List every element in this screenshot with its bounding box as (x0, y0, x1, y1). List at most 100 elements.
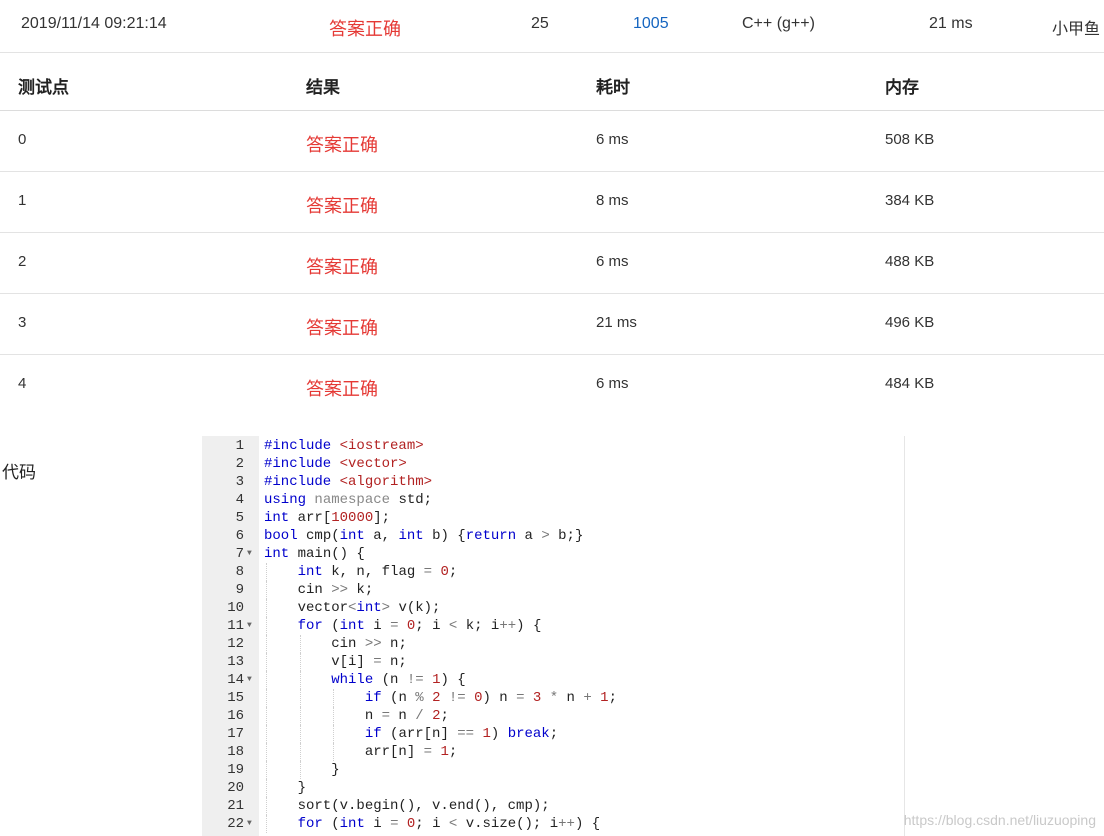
case-result: 答案正确 (306, 257, 378, 277)
case-memory: 488 KB (885, 253, 935, 270)
code-line: 3 #include <algorithm> (202, 473, 904, 491)
submission-summary-row: 2019/11/14 09:21:14 答案正确 25 1005 C++ (g+… (0, 0, 1104, 53)
code-editor[interactable]: 1 #include <iostream> 2 #include <vector> 3 #… (202, 436, 905, 836)
table-row: 0 答案正确 6 ms 508 KB (0, 111, 1104, 172)
case-id: 4 (18, 375, 27, 392)
code-line: 5 int arr[10000]; (202, 509, 904, 527)
fold-arrow-icon[interactable]: ▼ (247, 671, 252, 689)
fold-arrow-icon[interactable]: ▼ (247, 545, 252, 563)
line-number: 6 (235, 528, 244, 544)
line-number: 19 (227, 762, 244, 778)
fold-arrow-icon[interactable]: ▼ (247, 617, 252, 635)
case-time: 8 ms (596, 192, 629, 209)
code-line: 12 cin >> n; (202, 635, 904, 653)
code-text: if (n % 2 != 0) n = 3 * n + 1; (364, 690, 617, 706)
code-text: } (264, 780, 307, 796)
code-text: arr[n] = 1; (264, 744, 458, 760)
line-number: 7 (235, 546, 244, 562)
code-line: 2 #include <vector> (202, 455, 904, 473)
line-number: 8 (235, 564, 244, 580)
case-time: 6 ms (596, 375, 629, 392)
submission-score: 25 (531, 15, 549, 32)
code-lines: 1 #include <iostream> 2 #include <vector> 3 #… (202, 436, 904, 833)
code-line: 1 #include <iostream> (202, 437, 904, 455)
watermark: https://blog.csdn.net/liuzuoping (903, 812, 1096, 828)
code-text: bool cmp(int a, int b) {return a > b;} (264, 528, 584, 544)
line-number: 11 (227, 618, 244, 634)
case-id: 1 (18, 192, 27, 209)
case-time: 6 ms (596, 131, 629, 148)
code-text: int k, n, flag = 0; (297, 564, 458, 580)
submission-time: 2019/11/14 09:21:14 (21, 15, 167, 32)
code-text: cin >> k; (264, 582, 374, 598)
line-number: 4 (235, 492, 244, 508)
code-text: for (int i = 0; i < v.size(); i++) { (297, 816, 601, 832)
table-row: 1 答案正确 8 ms 384 KB (0, 172, 1104, 233)
fold-arrow-icon[interactable]: ▼ (247, 815, 252, 833)
submission-user[interactable]: 小甲鱼 (1052, 15, 1100, 39)
case-time: 21 ms (596, 314, 637, 331)
table-row: 2 答案正确 6 ms 488 KB (0, 233, 1104, 294)
code-line: 21 sort(v.begin(), v.end(), cmp); (202, 797, 904, 815)
submission-language: C++ (g++) (742, 15, 815, 32)
line-number: 22 (227, 816, 244, 832)
line-number: 9 (235, 582, 244, 598)
code-text: using namespace std; (264, 492, 433, 508)
case-id: 0 (18, 131, 27, 148)
case-result: 答案正确 (306, 318, 378, 338)
code-line: 16 n = n / 2; (202, 707, 904, 725)
code-line: 13 v[i] = n; (202, 653, 904, 671)
code-line: 14 ▼ while (n != 1) { (202, 671, 904, 689)
problem-link[interactable]: 1005 (633, 15, 669, 33)
line-number: 20 (227, 780, 244, 796)
case-memory: 496 KB (885, 314, 935, 331)
code-text: vector<int> v(k); (264, 600, 441, 616)
line-number: 17 (227, 726, 244, 742)
code-text: if (arr[n] == 1) break; (364, 726, 559, 742)
header-result: 结果 (306, 78, 340, 97)
code-text: sort(v.begin(), v.end(), cmp); (264, 798, 550, 814)
code-label: 代码 (2, 463, 36, 482)
case-memory: 384 KB (885, 192, 935, 209)
header-memory: 内存 (885, 78, 919, 97)
line-number: 16 (227, 708, 244, 724)
line-number: 12 (227, 636, 244, 652)
test-cases-table: 测试点 结果 耗时 内存 0 答案正确 6 ms 508 KB 1 答案正确 8 ms 384… (0, 53, 1104, 415)
code-text: #include <iostream> (264, 438, 424, 454)
code-line: 22 ▼ for (int i = 0; i < v.size(); i++) { (202, 815, 904, 833)
line-number: 21 (227, 798, 244, 814)
table-body: 0 答案正确 6 ms 508 KB 1 答案正确 8 ms 384 KB 2 答案正确 6 ms 4… (0, 111, 1104, 415)
code-line: 18 arr[n] = 1; (202, 743, 904, 761)
line-number: 14 (227, 672, 244, 688)
case-memory: 484 KB (885, 375, 935, 392)
line-number: 10 (227, 600, 244, 616)
submission-time-used: 21 ms (929, 15, 973, 32)
case-id: 2 (18, 253, 27, 270)
code-line: 11 ▼ for (int i = 0; i < k; i++) { (202, 617, 904, 635)
code-text: v[i] = n; (264, 654, 407, 670)
case-result: 答案正确 (306, 379, 378, 399)
case-id: 3 (18, 314, 27, 331)
code-line: 7 ▼ int main() { (202, 545, 904, 563)
code-text: for (int i = 0; i < k; i++) { (297, 618, 542, 634)
header-time: 耗时 (596, 78, 630, 97)
line-number: 15 (227, 690, 244, 706)
header-case-id: 测试点 (18, 78, 69, 97)
code-line: 15 if (n % 2 != 0) n = 3 * n + 1; (202, 689, 904, 707)
code-text: } (264, 762, 340, 778)
case-result: 答案正确 (306, 135, 378, 155)
code-line: 8 int k, n, flag = 0; (202, 563, 904, 581)
code-text: n = n / 2; (264, 708, 449, 724)
code-line: 4 using namespace std; (202, 491, 904, 509)
case-time: 6 ms (596, 253, 629, 270)
code-line: 17 if (arr[n] == 1) break; (202, 725, 904, 743)
code-line: 19 } (202, 761, 904, 779)
submission-status: 答案正确 (329, 19, 401, 39)
table-row: 4 答案正确 6 ms 484 KB (0, 355, 1104, 415)
code-line: 9 cin >> k; (202, 581, 904, 599)
code-line: 20 } (202, 779, 904, 797)
submission-detail-page: 2019/11/14 09:21:14 答案正确 25 1005 C++ (g+… (0, 0, 1104, 836)
code-text: while (n != 1) { (331, 672, 466, 688)
code-line: 10 vector<int> v(k); (202, 599, 904, 617)
code-text: #include <algorithm> (264, 474, 433, 490)
